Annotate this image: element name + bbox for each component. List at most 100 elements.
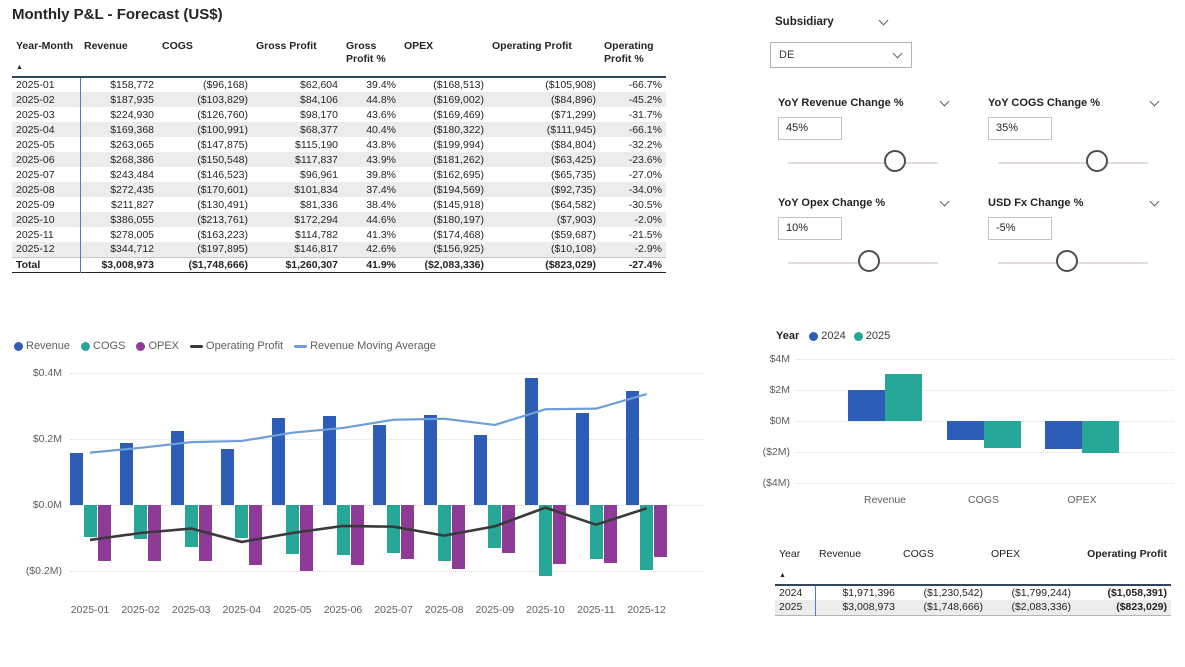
opex-bar[interactable] [300, 505, 313, 571]
table-row[interactable]: 2025$3,008,973($1,748,666)($2,083,336)($… [775, 600, 1171, 615]
cogs-bar[interactable] [185, 505, 198, 547]
opex-bar[interactable] [401, 505, 414, 559]
table-row[interactable]: 2025-12$344,712($197,895)$146,81742.6%($… [12, 242, 666, 257]
table-cell: ($199,994) [400, 137, 488, 152]
cogs-bar[interactable] [286, 505, 299, 554]
opex-bar[interactable] [502, 505, 515, 553]
year-2025-opex-bar[interactable] [1082, 421, 1119, 453]
revenue-bar[interactable] [323, 416, 336, 505]
revenue-bar[interactable] [171, 431, 184, 505]
column-header-opex[interactable]: OPEX [400, 38, 488, 77]
year-2024-cogs-bar[interactable] [947, 421, 984, 440]
column-header-year[interactable]: Year▲ [775, 546, 815, 585]
column-header-operating-profit[interactable]: Operating Profit % [600, 38, 666, 77]
cogs-bar[interactable] [84, 505, 97, 537]
table-row[interactable]: 2025-10$386,055($213,761)$172,29444.6%($… [12, 212, 666, 227]
slicer-value-input[interactable]: -5% [988, 217, 1052, 240]
column-header-gross-profit[interactable]: Gross Profit [252, 38, 342, 77]
subsidiary-dropdown[interactable]: DE [770, 42, 912, 68]
opex-bar[interactable] [148, 505, 161, 561]
table-row[interactable]: Total$3,008,973($1,748,666)$1,260,30741.… [12, 257, 666, 272]
table-row[interactable]: 2025-03$224,930($126,760)$98,17043.6%($1… [12, 107, 666, 122]
chevron-down-icon[interactable] [1150, 197, 1160, 207]
slider-knob[interactable] [858, 250, 880, 272]
table-cell: ($168,513) [400, 77, 488, 92]
column-header-cogs[interactable]: COGS [158, 38, 252, 77]
revenue-bar[interactable] [120, 443, 133, 505]
slider-track[interactable] [788, 162, 938, 164]
chevron-down-icon[interactable] [940, 97, 950, 107]
table-row[interactable]: 2025-04$169,368($100,991)$68,37740.4%($1… [12, 122, 666, 137]
column-header-cogs[interactable]: COGS [899, 546, 987, 585]
year-2024-revenue-bar[interactable] [848, 390, 885, 421]
column-header-year-month[interactable]: Year-Month▲ [12, 38, 80, 77]
revenue-bar[interactable] [70, 453, 83, 505]
opex-bar[interactable] [249, 505, 262, 565]
table-row[interactable]: 2025-08$272,435($170,601)$101,83437.4%($… [12, 182, 666, 197]
column-header-opex[interactable]: OPEX [987, 546, 1075, 585]
cogs-bar[interactable] [640, 505, 653, 570]
dashboard-canvas: Monthly P&L - Forecast (US$) Year-Month▲… [0, 0, 1185, 667]
slicer-value-input[interactable]: 45% [778, 117, 842, 140]
opex-bar[interactable] [654, 505, 667, 557]
year-2025-revenue-bar[interactable] [885, 374, 922, 421]
cogs-bar[interactable] [337, 505, 350, 555]
x-axis-label: 2025-05 [265, 604, 319, 616]
y-axis-label: ($0.2M) [12, 565, 62, 577]
table-row[interactable]: 2025-01$158,772($96,168)$62,60439.4%($16… [12, 77, 666, 92]
column-header-operating-profit[interactable]: Operating Profit [488, 38, 600, 77]
slider-knob[interactable] [884, 150, 906, 172]
table-row[interactable]: 2025-05$263,065($147,875)$115,19043.8%($… [12, 137, 666, 152]
column-header-revenue[interactable]: Revenue [80, 38, 158, 77]
year-2024-opex-bar[interactable] [1045, 421, 1082, 449]
slider-track[interactable] [998, 162, 1148, 164]
column-header-revenue[interactable]: Revenue [815, 546, 899, 585]
cogs-bar[interactable] [134, 505, 147, 539]
revenue-bar[interactable] [272, 418, 285, 505]
opex-bar[interactable] [553, 505, 566, 564]
table-row[interactable]: 2025-02$187,935($103,829)$84,10644.8%($1… [12, 92, 666, 107]
opex-bar[interactable] [199, 505, 212, 561]
table-row[interactable]: 2025-09$211,827($130,491)$81,33638.4%($1… [12, 197, 666, 212]
cogs-bar[interactable] [438, 505, 451, 561]
table-cell: 43.8% [342, 137, 400, 152]
table-row[interactable]: 2025-06$268,386($150,548)$117,83743.9%($… [12, 152, 666, 167]
revenue-bar[interactable] [626, 391, 639, 505]
chevron-down-icon[interactable] [1150, 97, 1160, 107]
table-row[interactable]: 2024$1,971,396($1,230,542)($1,799,244)($… [775, 585, 1171, 600]
cogs-bar[interactable] [590, 505, 603, 559]
table-row[interactable]: 2025-11$278,005($163,223)$114,78241.3%($… [12, 227, 666, 242]
revenue-bar[interactable] [576, 413, 589, 505]
slicer-value-input[interactable]: 10% [778, 217, 842, 240]
chevron-down-icon[interactable] [940, 197, 950, 207]
revenue-bar[interactable] [221, 449, 234, 505]
slicer-value-input[interactable]: 35% [988, 117, 1052, 140]
table-cell: $224,930 [80, 107, 158, 122]
sort-ascending-icon[interactable]: ▲ [779, 569, 811, 582]
slider-knob[interactable] [1056, 250, 1078, 272]
revenue-bar[interactable] [474, 435, 487, 505]
slider-knob[interactable] [1086, 150, 1108, 172]
year-2025-cogs-bar[interactable] [984, 421, 1021, 448]
table-cell: $169,368 [80, 122, 158, 137]
cogs-bar[interactable] [488, 505, 501, 548]
column-header-gross-profit[interactable]: Gross Profit % [342, 38, 400, 77]
opex-bar[interactable] [98, 505, 111, 561]
revenue-bar[interactable] [373, 425, 386, 505]
table-cell: ($63,425) [488, 152, 600, 167]
cogs-bar[interactable] [387, 505, 400, 553]
table-cell: $268,386 [80, 152, 158, 167]
opex-bar[interactable] [604, 505, 617, 563]
table-row[interactable]: 2025-07$243,484($146,523)$96,96139.8%($1… [12, 167, 666, 182]
revenue-bar[interactable] [525, 378, 538, 505]
revenue-bar[interactable] [424, 415, 437, 505]
column-header-operating-profit[interactable]: Operating Profit [1075, 546, 1171, 585]
table-cell: ($823,029) [488, 257, 600, 272]
sort-ascending-icon[interactable]: ▲ [16, 61, 76, 74]
chevron-down-icon[interactable] [879, 16, 889, 26]
cogs-bar[interactable] [235, 505, 248, 538]
cogs-bar[interactable] [539, 505, 552, 576]
opex-bar[interactable] [351, 505, 364, 565]
table-cell: ($170,601) [158, 182, 252, 197]
opex-bar[interactable] [452, 505, 465, 569]
